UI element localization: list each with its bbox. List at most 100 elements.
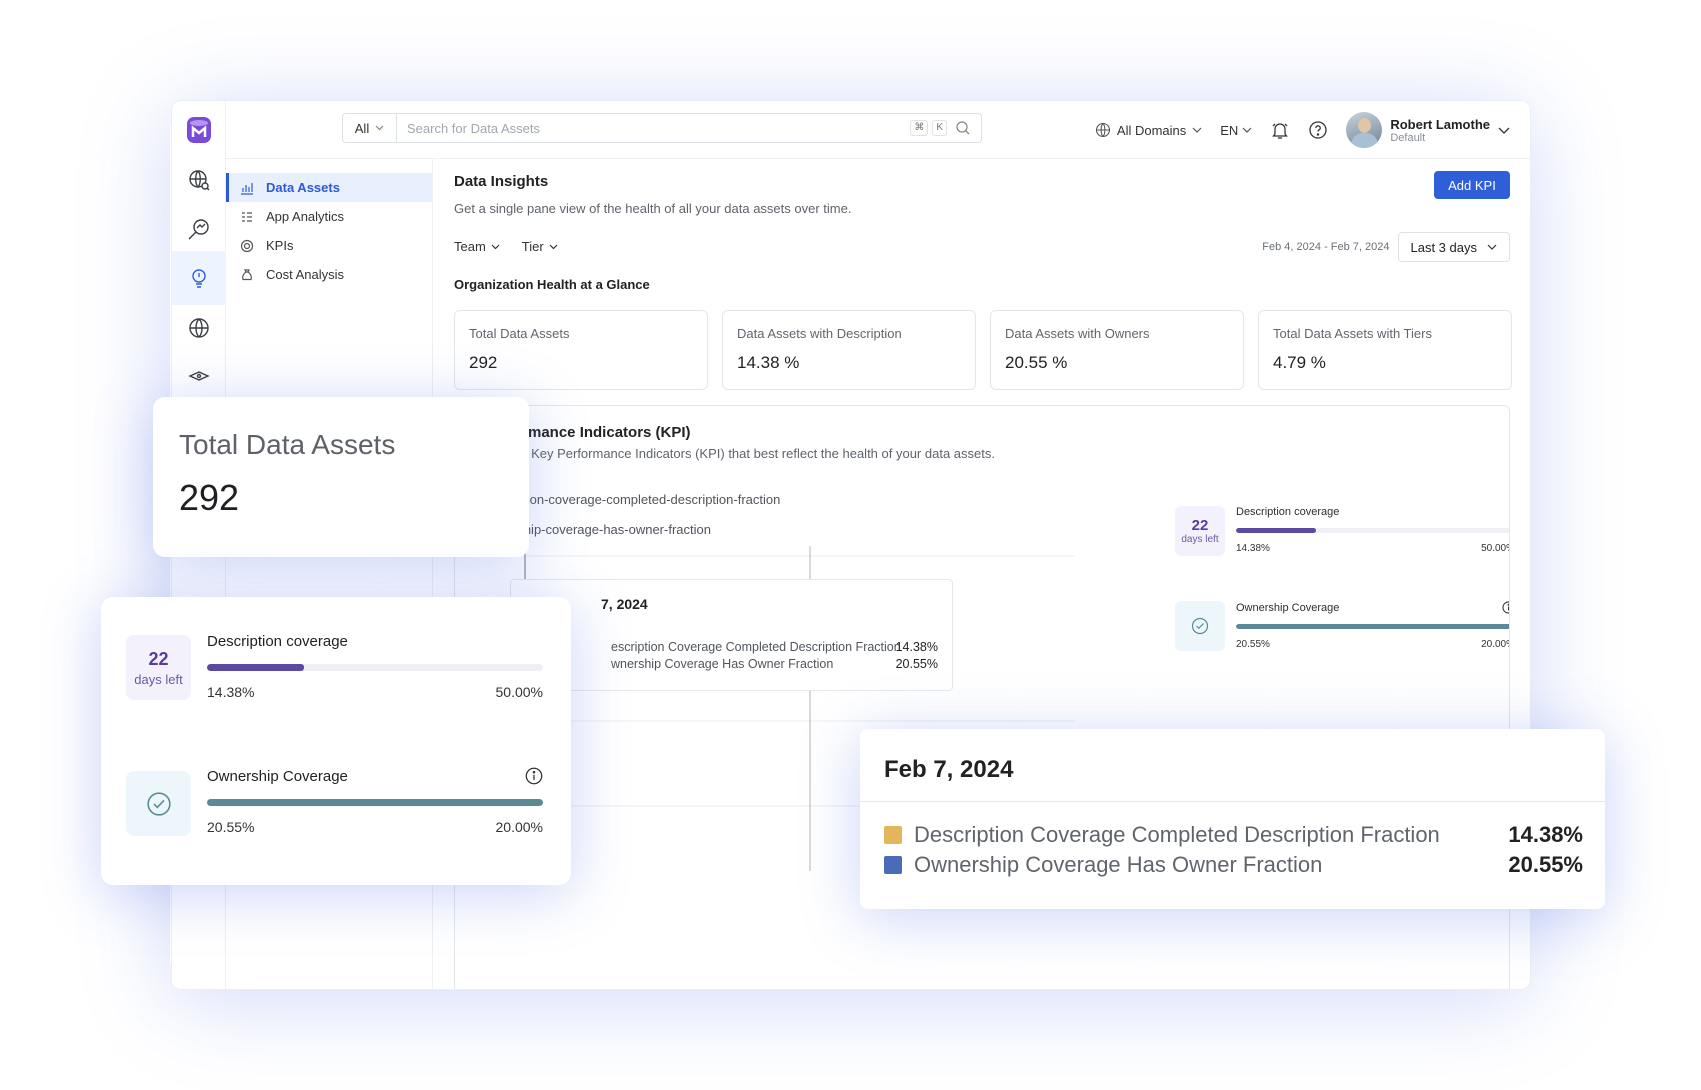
domains-label: All Domains: [1116, 122, 1187, 138]
sidebar-item-label: Cost Analysis: [266, 267, 345, 282]
tooltip-row-value: 20.55%: [895, 657, 938, 671]
chevron-down-icon: [1487, 244, 1497, 250]
days-left-count: 22: [1191, 517, 1209, 534]
goal-body: Description coverage 14.38% 50.00%: [1236, 506, 1509, 554]
total-assets-overlay-card: Total Data Assets 292: [153, 397, 529, 557]
goal-description-large[interactable]: Description coverage 14.38% 50.00%: [207, 633, 543, 700]
days-left-text: days left: [134, 671, 183, 687]
overlay-total-value: 292: [179, 477, 240, 518]
tooltip-row: Ownership Coverage Has Owner Fraction 20…: [884, 852, 1583, 878]
page-subtitle: Get a single pane view of the health of …: [454, 201, 852, 216]
language-label: EN: [1220, 122, 1239, 138]
goals-overlay-card: 22 days left Description coverage 14.38%…: [101, 597, 571, 885]
sidebar-item-cost-analysis[interactable]: Cost Analysis: [226, 260, 432, 289]
stat-value: 4.79 %: [1273, 353, 1326, 372]
explore-icon[interactable]: [172, 153, 226, 207]
info-icon[interactable]: [525, 767, 543, 785]
goal-label: Ownership Coverage: [207, 767, 348, 785]
top-bar: All ⌘ K All Domains EN: [226, 101, 1530, 159]
stat-card-owners[interactable]: Data Assets with Owners 20.55 %: [990, 310, 1244, 390]
search-scope-label: All: [354, 120, 370, 136]
search-box: All ⌘ K: [342, 113, 982, 143]
observability-icon[interactable]: [172, 203, 226, 257]
tooltip-row-label: Description Coverage Completed Descripti…: [914, 822, 1440, 847]
help-icon[interactable]: [1308, 120, 1328, 140]
stat-value: 14.38 %: [737, 353, 800, 372]
sidebar-item-kpis[interactable]: KPIs: [226, 231, 432, 260]
chevron-down-icon: [491, 244, 500, 249]
globe-icon: [1095, 122, 1110, 138]
sidebar-item-data-assets[interactable]: Data Assets: [226, 173, 432, 202]
tooltip-row-value: 20.55%: [1508, 852, 1583, 877]
list-icon: [242, 211, 252, 222]
chart-tooltip-small: 7, 2024 escription Coverage Completed De…: [510, 579, 953, 691]
legend-swatch: [884, 826, 902, 844]
date-range-select[interactable]: Last 3 days: [1397, 232, 1510, 262]
app-logo-icon[interactable]: [184, 115, 214, 145]
kbd-k: K: [932, 120, 947, 136]
check-badge: [1175, 601, 1225, 651]
check-circle-icon: [146, 791, 171, 816]
days-left-badge: 22 days left: [126, 635, 191, 700]
sidebar-item-label: App Analytics: [266, 209, 345, 224]
goal-label: Description coverage: [1236, 506, 1340, 518]
insights-icon[interactable]: [172, 251, 226, 305]
goal-target: 50.00%: [495, 684, 543, 700]
goal-ownership-small[interactable]: Ownership Coverage 20.55% 20.00%: [1175, 601, 1510, 656]
goal-label: Description coverage: [207, 633, 348, 650]
tooltip-row-value: 14.38%: [1508, 822, 1583, 847]
goal-ownership-large[interactable]: Ownership Coverage 20.55% 20.00%: [207, 767, 543, 835]
days-left-text: days left: [1181, 534, 1219, 545]
stat-card-description[interactable]: Data Assets with Description 14.38 %: [722, 310, 976, 390]
legend-swatch: [884, 856, 902, 874]
search-input[interactable]: [397, 114, 911, 142]
user-menu[interactable]: Robert Lamothe Default: [1346, 112, 1510, 148]
date-range-text: Feb 4, 2024 - Feb 7, 2024: [1262, 241, 1390, 253]
tier-filter[interactable]: Tier: [522, 239, 558, 254]
sidebar-item-label: KPIs: [266, 238, 294, 253]
tooltip-row-label: wnership Coverage Has Owner Fraction: [611, 657, 834, 671]
avatar: [1346, 112, 1383, 148]
overlay-total-title: Total Data Assets: [179, 429, 396, 460]
date-range: Feb 4, 2024 - Feb 7, 2024 Last 3 days: [1262, 232, 1510, 262]
search-icon[interactable]: [955, 120, 971, 136]
kbd-cmd: ⌘: [910, 120, 929, 136]
bar-chart-icon: [241, 182, 253, 195]
chevron-down-icon: [1498, 127, 1510, 134]
goal-current: 20.55%: [207, 819, 255, 835]
info-icon[interactable]: [1502, 601, 1510, 614]
goal-description-small[interactable]: 22 days left Description coverage 14.38%…: [1175, 506, 1509, 561]
goal-progress-fill: [1236, 624, 1509, 629]
page: All ⌘ K All Domains EN: [0, 0, 1701, 1090]
domains-icon[interactable]: [172, 301, 226, 355]
team-filter[interactable]: Team: [454, 239, 500, 254]
page-title: Data Insights: [454, 173, 549, 190]
language-select[interactable]: EN: [1220, 123, 1252, 138]
goal-current: 20.55%: [1236, 639, 1270, 650]
goal-progress-track: [207, 799, 543, 806]
filters: Team Tier: [454, 239, 558, 254]
team-filter-label: Team: [454, 239, 486, 254]
chevron-down-icon: [1242, 127, 1252, 133]
sidebar-item-app-analytics[interactable]: App Analytics: [226, 202, 432, 231]
stat-label: Data Assets with Description: [737, 326, 902, 341]
search-scope-select[interactable]: All: [343, 114, 397, 142]
stat-card-tiers[interactable]: Total Data Assets with Tiers 4.79 %: [1258, 310, 1512, 390]
tooltip-date: 7, 2024: [601, 596, 648, 612]
goal-progress-track: [1236, 528, 1509, 533]
domains-select[interactable]: All Domains: [1095, 122, 1202, 138]
goal-progress-fill: [207, 664, 304, 671]
tooltip-overlay-card: Feb 7, 2024 Description Coverage Complet…: [860, 729, 1605, 909]
goal-label: Ownership Coverage: [1236, 601, 1340, 614]
goal-progress-track: [1236, 624, 1509, 629]
stat-card-total-assets[interactable]: Total Data Assets 292: [454, 310, 708, 390]
user-role: Default: [1390, 131, 1426, 144]
stat-value: 292: [469, 353, 498, 372]
bell-icon[interactable]: [1270, 120, 1290, 140]
kpi-legend-description[interactable]: iption-coverage-completed-description-fr…: [513, 492, 780, 507]
stat-label: Data Assets with Owners: [1005, 326, 1150, 341]
kpi-legend-ownership[interactable]: rship-coverage-has-owner-fraction: [513, 522, 711, 537]
goal-current: 14.38%: [1236, 543, 1270, 554]
tooltip-row-value: 14.38%: [895, 640, 938, 654]
add-kpi-button[interactable]: Add KPI: [1434, 171, 1510, 199]
